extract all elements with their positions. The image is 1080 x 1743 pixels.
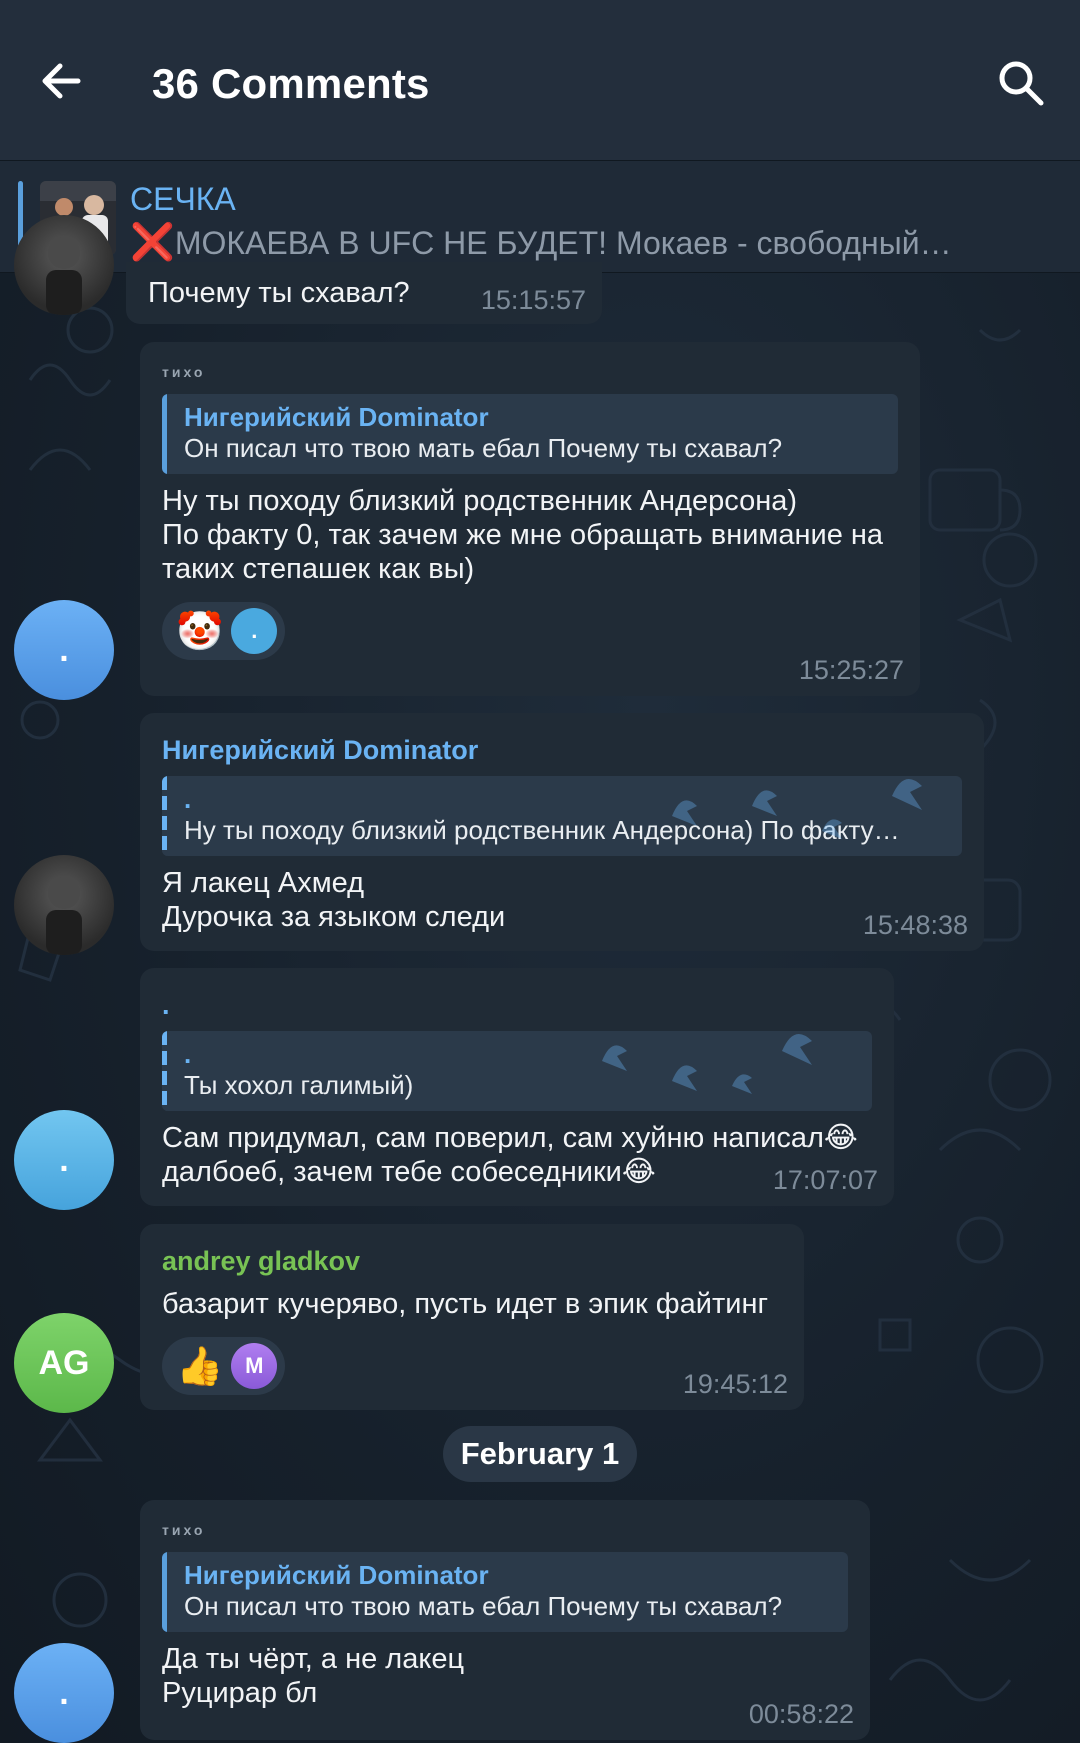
- message-bubble[interactable]: . . Ты хохол галимый) Сам придумал, сам …: [140, 968, 894, 1206]
- message-time: 00:58:22: [748, 1699, 854, 1729]
- message-text: Ну ты походу близкий родственник Андерсо…: [162, 485, 884, 585]
- post-channel-name: СЕЧКА: [130, 181, 236, 217]
- message-text: Сам придумал, сам поверил, сам хуйню нап…: [162, 1122, 858, 1188]
- message-bubble[interactable]: andrey gladkov базарит кучеряво, пусть и…: [140, 1224, 804, 1410]
- message-time: 15:25:27: [798, 655, 904, 685]
- message-time: 19:45:12: [682, 1369, 788, 1399]
- avatar-nigerian-dominator[interactable]: [14, 855, 114, 955]
- reactor-avatar: M: [231, 1343, 278, 1389]
- message-time: 15:48:38: [862, 910, 968, 940]
- avatar-dot-user[interactable]: .: [14, 1643, 114, 1743]
- eagle-pattern-icon: [672, 778, 922, 839]
- search-button[interactable]: [996, 58, 1046, 108]
- avatar-dot-user[interactable]: .: [14, 1110, 114, 1210]
- message-text: Я лакец Ахмед Дурочка за языком следи: [162, 867, 506, 933]
- sender-name-tixo[interactable]: тихо: [162, 364, 898, 380]
- top-app-bar: 36 Comments: [0, 0, 1080, 160]
- reply-quote[interactable]: Нигерийский Dominator Он писал что твою …: [162, 394, 898, 474]
- date-separator: February 1: [443, 1426, 637, 1482]
- message-time: 15:15:57: [480, 285, 586, 315]
- message-bubble[interactable]: Почему ты схавал? 15:15:57: [126, 262, 602, 324]
- thumbs-up-reaction-icon: 👍: [176, 1344, 224, 1388]
- avatar-nigerian-dominator[interactable]: [14, 215, 114, 315]
- avatar-dot-user[interactable]: .: [14, 600, 114, 700]
- message-bubble[interactable]: тихо Нигерийский Dominator Он писал что …: [140, 342, 920, 696]
- cross-mark-icon: ❌: [130, 221, 175, 262]
- reply-text: Он писал что твою мать ебал Почему ты сх…: [184, 433, 783, 463]
- reply-text: Он писал что твою мать ебал Почему ты сх…: [184, 1591, 783, 1621]
- back-button[interactable]: [38, 56, 88, 106]
- reply-quote[interactable]: Нигерийский Dominator Он писал что твою …: [162, 1552, 848, 1632]
- eagle-pattern-icon: [602, 1033, 812, 1094]
- arrow-left-icon: [42, 63, 81, 99]
- reactor-avatar: .: [231, 608, 278, 654]
- reply-author: Нигерийский Dominator: [184, 402, 489, 432]
- sender-name[interactable]: .: [162, 990, 872, 1021]
- reply-quote[interactable]: . Ну ты походу близкий родственник Андер…: [162, 776, 962, 856]
- search-icon: [999, 61, 1044, 106]
- message-bubble[interactable]: тихо Нигерийский Dominator Он писал что …: [140, 1500, 870, 1740]
- post-excerpt-text: МОКАЕВА В UFC НЕ БУДЕТ! Мокаев - свободн…: [174, 225, 952, 261]
- reply-quote[interactable]: . Ты хохол галимый): [162, 1031, 872, 1111]
- clown-reaction-icon: 🤡: [176, 609, 224, 653]
- message-text: Да ты чёрт, а не лакец Руцирар бл: [162, 1643, 465, 1709]
- avatar-andrey-gladkov[interactable]: AG: [14, 1313, 114, 1413]
- sender-name-tixo[interactable]: тихо: [162, 1522, 848, 1538]
- reply-author: Нигерийский Dominator: [184, 1560, 489, 1590]
- message-bubble[interactable]: Нигерийский Dominator . Ну ты походу бли…: [140, 713, 984, 951]
- page-title: 36 Comments: [152, 60, 430, 107]
- sender-name[interactable]: Нигерийский Dominator: [162, 735, 962, 766]
- pinned-post-preview[interactable]: СЕЧКА ❌МОКАЕВА В UFC НЕ БУДЕТ! Мокаев - …: [0, 160, 1080, 273]
- reaction-chip[interactable]: 🤡 .: [162, 602, 286, 660]
- reaction-chip[interactable]: 👍 M: [162, 1337, 286, 1395]
- post-excerpt: ❌МОКАЕВА В UFC НЕ БУДЕТ! Мокаев - свобод…: [130, 221, 1060, 263]
- message-text: базарит кучеряво, пусть идет в эпик файт…: [162, 1288, 769, 1320]
- message-time: 17:07:07: [772, 1165, 878, 1195]
- sender-name[interactable]: andrey gladkov: [162, 1246, 782, 1277]
